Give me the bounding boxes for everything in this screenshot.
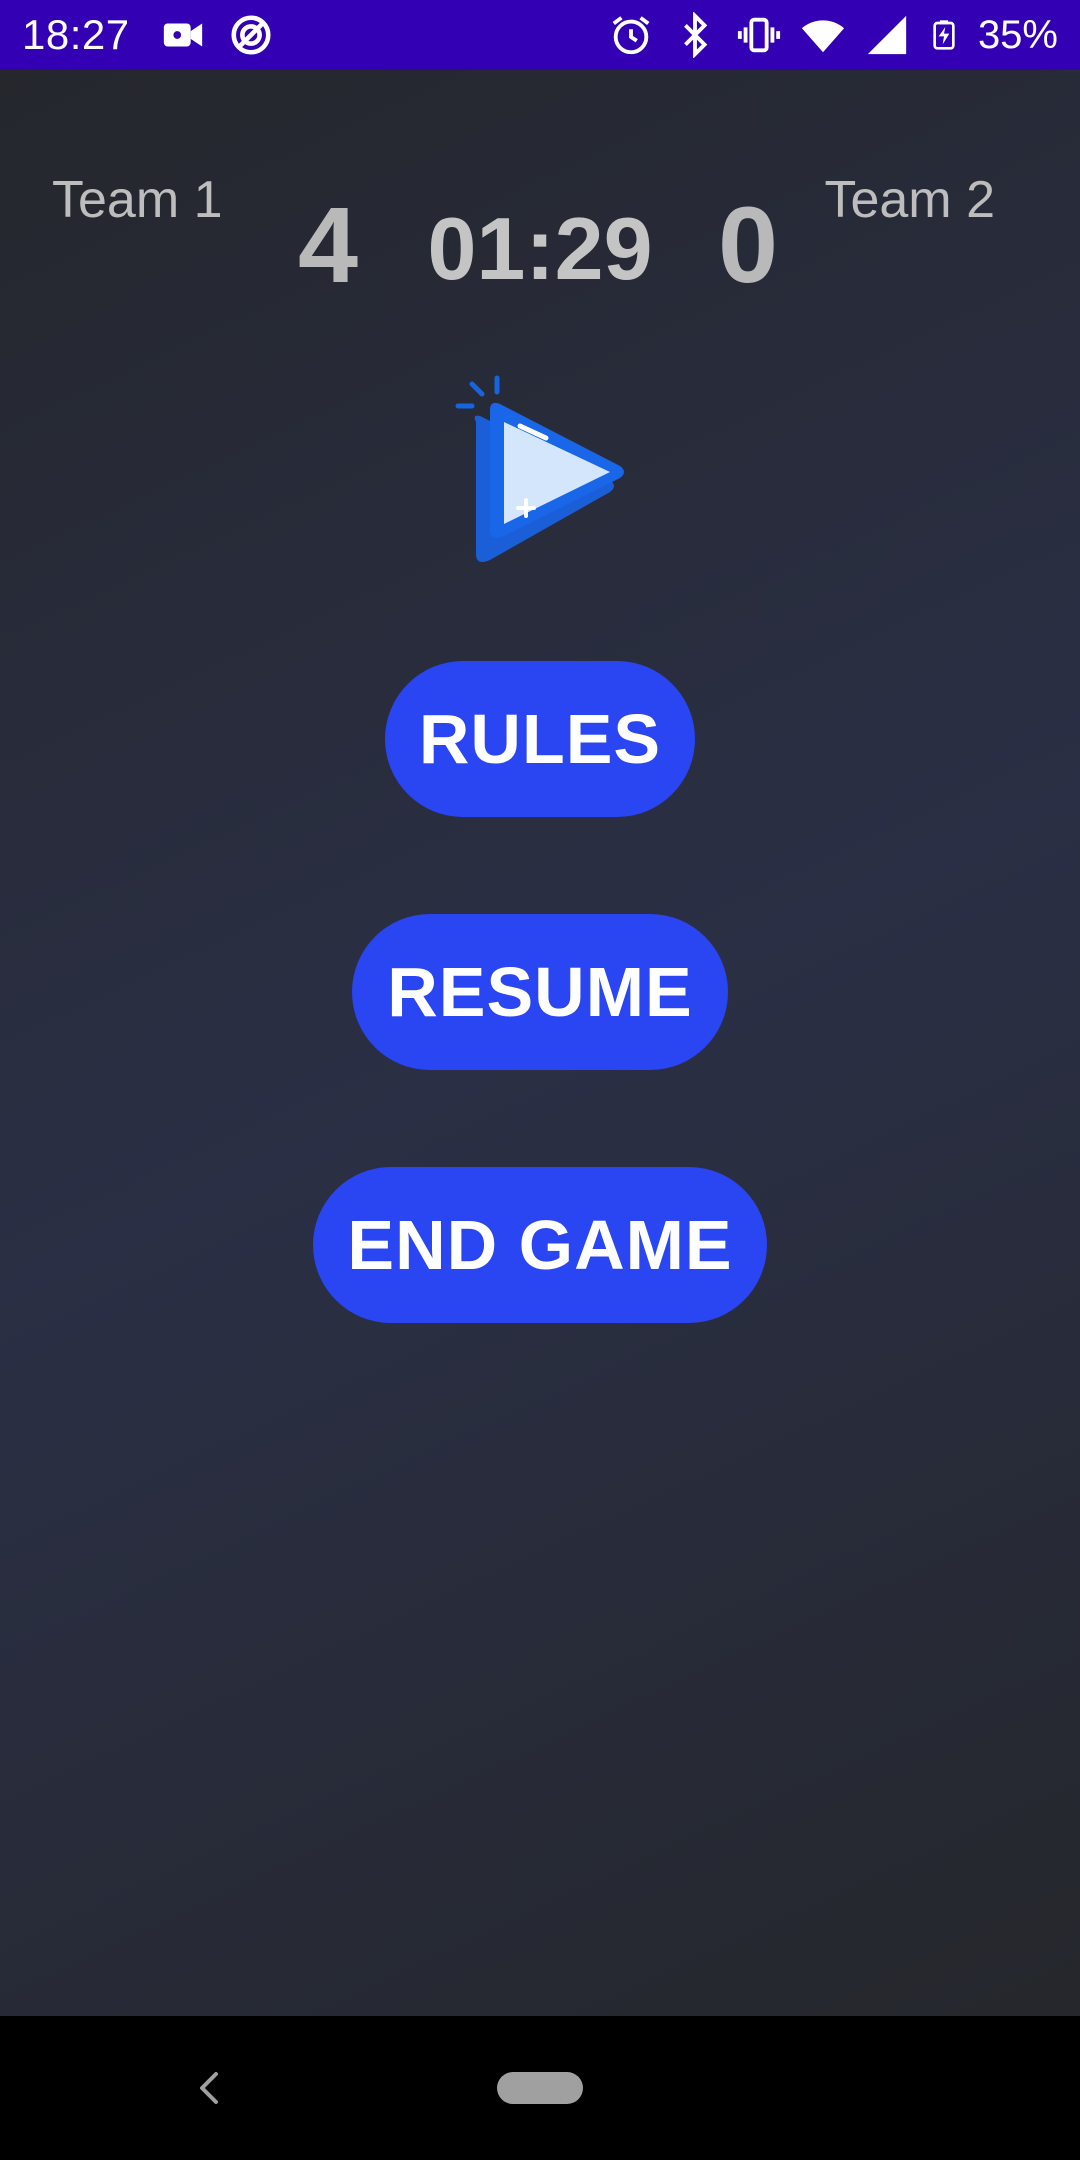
game-timer: 01:29 (427, 199, 653, 298)
battery-charging-icon (933, 20, 955, 50)
sync-indicator-icon (231, 15, 271, 55)
status-left-icons (160, 12, 274, 58)
rules-button[interactable]: RULES (385, 661, 695, 817)
end-game-button[interactable]: END GAME (313, 1167, 767, 1323)
alarm-icon (612, 16, 650, 55)
signal-icon (867, 15, 907, 55)
home-pill-icon[interactable] (497, 2072, 583, 2104)
battery-percent: 35% (977, 12, 1058, 57)
vibrate-icon (737, 17, 781, 53)
status-right-icons: 35% (608, 12, 1058, 58)
status-bar: 18:27 35% (0, 0, 1080, 70)
wifi-icon (801, 20, 845, 53)
resume-button[interactable]: RESUME (352, 914, 728, 1070)
back-chevron-icon[interactable] (188, 2062, 228, 2114)
game-pause-screen: Team 1 Team 2 4 0 01:29 RULES RESUME END… (0, 70, 1080, 2016)
video-camera-icon (163, 23, 202, 47)
status-time: 18:27 (22, 11, 130, 58)
bluetooth-icon (683, 12, 708, 58)
navigation-bar (0, 2016, 1080, 2160)
play-triangle-logo-icon (455, 375, 624, 562)
